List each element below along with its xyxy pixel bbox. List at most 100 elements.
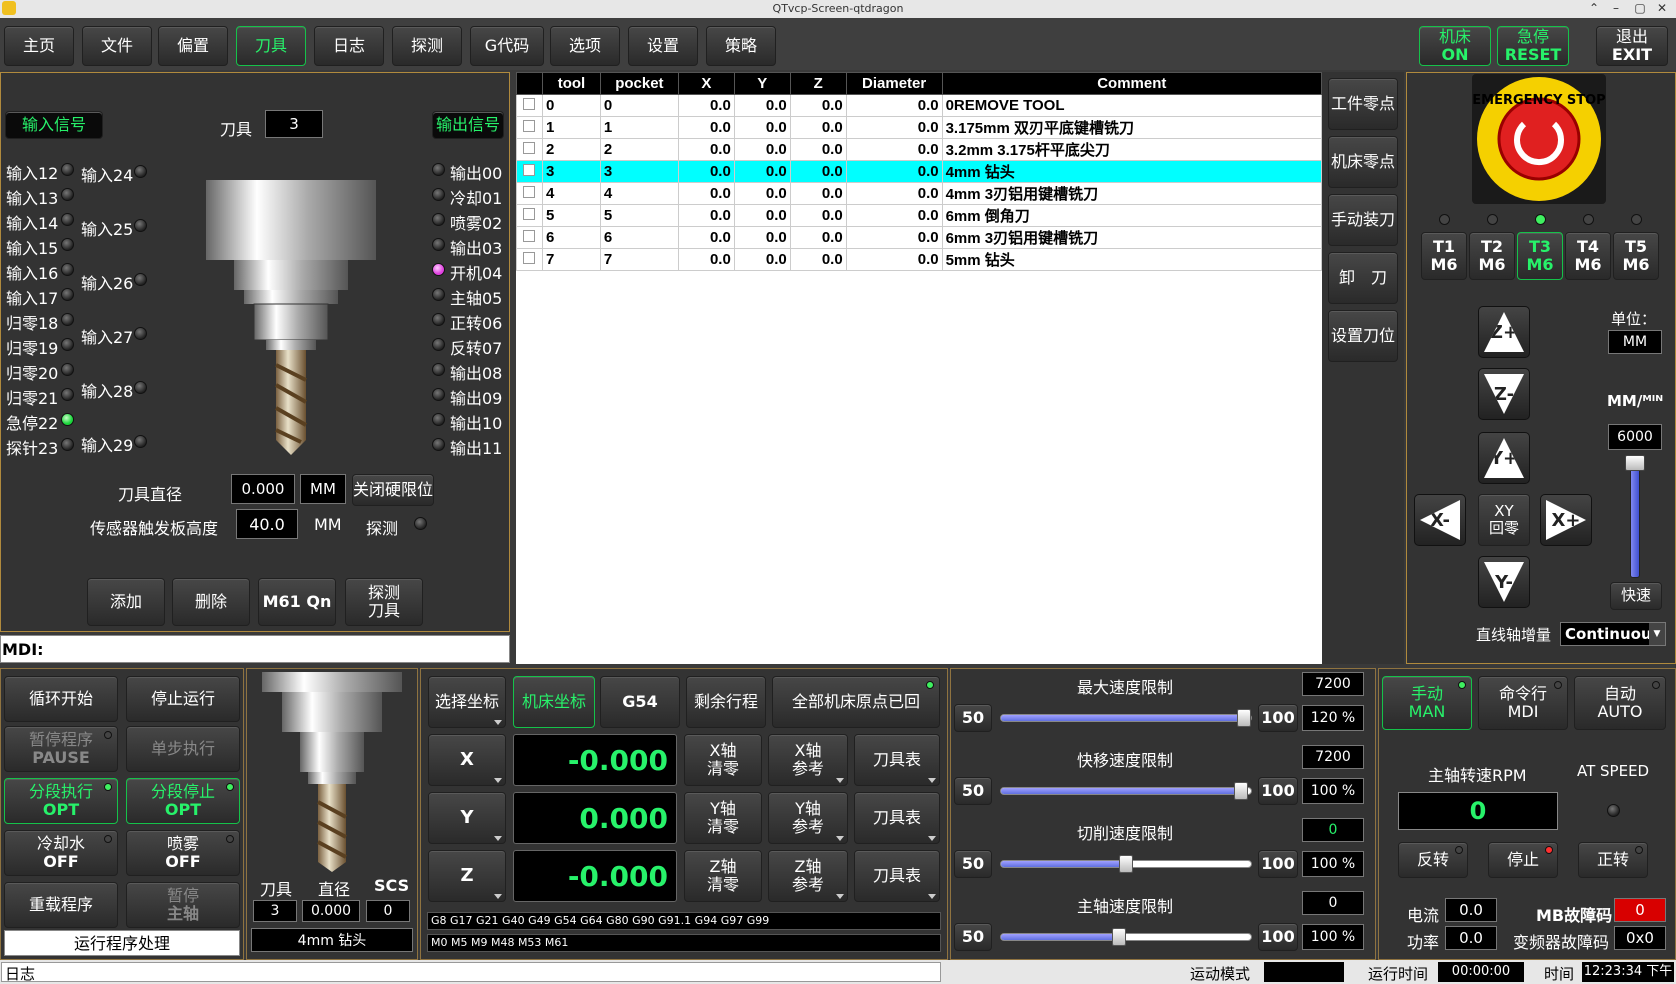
row-checkbox-cell[interactable] (516, 138, 543, 161)
table-header[interactable]: pocket (599, 72, 679, 95)
jog-xplus-button[interactable]: X+ (1540, 494, 1592, 546)
program-opt_stop-button[interactable]: 分段停止 OPT (126, 778, 240, 824)
limit-min-button[interactable]: 50 (954, 777, 992, 805)
tab-2[interactable]: 偏置 (158, 26, 228, 66)
table-cell[interactable]: 0.0 (733, 182, 791, 205)
table-cell[interactable]: 0.0 (677, 226, 735, 249)
axis-x-zero-button[interactable]: X轴 清零 (684, 734, 762, 786)
row-checkbox[interactable] (523, 230, 536, 242)
jog-yminus-button[interactable]: Y- (1478, 556, 1530, 608)
table-row[interactable]: 5 5 0.0 0.0 0.0 0.0 6mm 倒角刀 (516, 204, 1323, 227)
table-cell[interactable]: 0.0 (733, 94, 791, 117)
table-header[interactable]: X (677, 72, 735, 95)
table-cell[interactable]: 0.0 (789, 226, 847, 249)
limit-slider-handle[interactable] (1236, 709, 1251, 727)
limit-min-button[interactable]: 50 (954, 704, 992, 732)
row-checkbox-cell[interactable] (516, 116, 543, 139)
program-coolant-button[interactable]: 冷却水 OFF (4, 830, 118, 876)
limit-min-button[interactable]: 50 (954, 850, 992, 878)
table-cell[interactable]: 1 (541, 116, 601, 139)
rapid-button[interactable]: 快速 (1610, 582, 1662, 610)
window-close-button[interactable]: ✕ (1654, 0, 1670, 17)
table-header[interactable]: Z (789, 72, 847, 95)
table-cell[interactable]: 5 (599, 204, 679, 227)
program-mist-button[interactable]: 喷雾 OFF (126, 830, 240, 876)
g54-button[interactable]: G54 (600, 676, 680, 728)
table-header[interactable]: Comment (941, 72, 1323, 95)
program-stop-button[interactable]: 停止运行 (126, 676, 240, 722)
program-opt_run-button[interactable]: 分段执行 OPT (4, 778, 118, 824)
table-cell[interactable]: 7 (599, 248, 679, 271)
table-cell[interactable]: 4 (599, 182, 679, 205)
table-cell[interactable]: 0.0 (677, 94, 735, 117)
table-cell[interactable]: 0.0 (677, 204, 735, 227)
table-cell[interactable]: 0.0 (789, 116, 847, 139)
row-checkbox-cell[interactable] (516, 226, 543, 249)
table-cell[interactable]: 0.0 (733, 160, 791, 183)
row-checkbox[interactable] (523, 98, 536, 110)
delete-tool-button[interactable]: 删除 (172, 578, 250, 626)
probe-tool-button[interactable]: 探测 刀具 (345, 578, 423, 626)
table-cell[interactable]: 0.0 (845, 248, 943, 271)
axis-y-ref-button[interactable]: Y轴 参考 (768, 792, 848, 844)
table-cell[interactable]: 0.0 (733, 116, 791, 139)
table-row[interactable]: 0 0 0.0 0.0 0.0 0.0 0REMOVE TOOL (516, 94, 1323, 117)
limit-slider[interactable] (1000, 928, 1252, 946)
table-cell[interactable]: 0.0 (677, 182, 735, 205)
axis-z-button[interactable]: Z (428, 850, 506, 902)
table-cell[interactable]: 0.0 (733, 138, 791, 161)
table-cell[interactable]: 0.0 (845, 138, 943, 161)
mdi-input[interactable] (0, 635, 510, 663)
table-cell[interactable]: 0.0 (789, 182, 847, 205)
table-header[interactable]: tool (541, 72, 601, 95)
tab-3[interactable]: 刀具 (236, 26, 306, 66)
row-checkbox[interactable] (523, 142, 536, 154)
tool-change-button-t4[interactable]: T4 M6 (1565, 232, 1611, 280)
program-reload-button[interactable]: 重载程序 (4, 882, 118, 928)
table-header[interactable] (516, 72, 543, 95)
program-step-button[interactable]: 单步执行 (126, 726, 240, 772)
table-cell[interactable]: 6 (599, 226, 679, 249)
table-cell[interactable]: 0.0 (845, 226, 943, 249)
spindle-reverse-button[interactable]: 反转 (1398, 842, 1468, 878)
table-cell[interactable]: 0.0 (677, 160, 735, 183)
table-cell[interactable]: 0.0 (789, 138, 847, 161)
limit-max-button[interactable]: 100 (1258, 704, 1298, 732)
limit-slider-handle[interactable] (1119, 855, 1133, 873)
exit-button[interactable]: 退出 EXIT (1596, 26, 1668, 66)
table-cell[interactable]: 3.2mm 3.175杆平底尖刀 (941, 138, 1323, 161)
emergency-stop-button[interactable]: EMERGENCY STOP (1472, 74, 1606, 204)
side-button-2[interactable]: 手动装刀 (1328, 194, 1398, 246)
tab-9[interactable]: 策略 (706, 26, 776, 66)
machine-coord-button[interactable]: 机床坐标 (513, 676, 595, 728)
xy-home-button[interactable]: XY 回零 (1478, 494, 1530, 546)
table-cell[interactable]: 6mm 3刃铝用键槽铣刀 (941, 226, 1323, 249)
tab-5[interactable]: 探测 (392, 26, 462, 66)
axis-x-ref-button[interactable]: X轴 参考 (768, 734, 848, 786)
jog-zminus-button[interactable]: Z- (1478, 368, 1530, 420)
table-cell[interactable]: 4mm 钻头 (941, 160, 1323, 183)
tab-0[interactable]: 主页 (4, 26, 74, 66)
tab-1[interactable]: 文件 (82, 26, 152, 66)
mode-man-button[interactable]: 手动 MAN (1382, 676, 1472, 730)
program-pause_spindle-button[interactable]: 暂停 主轴 (126, 882, 240, 928)
table-cell[interactable]: 0.0 (677, 138, 735, 161)
mode-auto-button[interactable]: 自动 AUTO (1574, 676, 1666, 730)
table-row[interactable]: 4 4 0.0 0.0 0.0 0.0 4mm 3刃铝用键槽铣刀 (516, 182, 1323, 205)
row-checkbox[interactable] (523, 186, 536, 198)
limit-max-button[interactable]: 100 (1258, 923, 1298, 951)
table-header[interactable]: Y (733, 72, 791, 95)
tool-change-button-t5[interactable]: T5 M6 (1613, 232, 1659, 280)
table-cell[interactable]: 7 (541, 248, 601, 271)
row-checkbox-cell[interactable] (516, 182, 543, 205)
axis-z-tooltable-button[interactable]: 刀具表 (854, 850, 940, 902)
table-cell[interactable]: 0 (541, 94, 601, 117)
limit-slider[interactable] (1000, 782, 1252, 800)
axis-z-ref-button[interactable]: Z轴 参考 (768, 850, 848, 902)
table-cell[interactable]: 5mm 钻头 (941, 248, 1323, 271)
side-button-4[interactable]: 设置刀位 (1328, 310, 1398, 362)
program-cycle_start-button[interactable]: 循环开始 (4, 676, 118, 722)
home-all-button[interactable]: 全部机床原点已回 (772, 676, 940, 728)
spindle-forward-button[interactable]: 正转 (1578, 842, 1648, 878)
close-hard-limit-button[interactable]: 关闭硬限位 (352, 474, 434, 506)
